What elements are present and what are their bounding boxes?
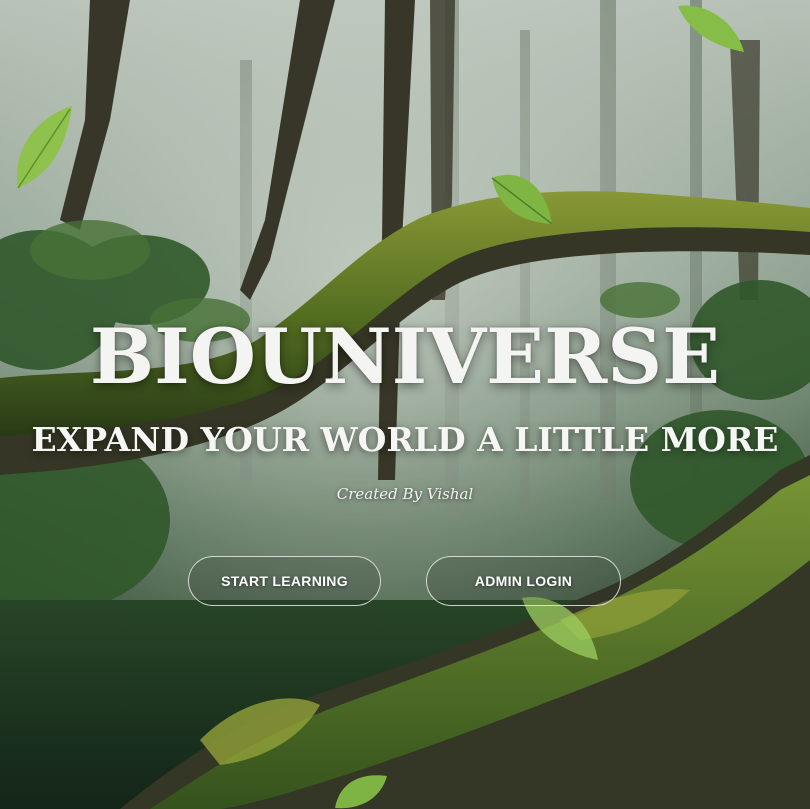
start-learning-label: START LEARNING bbox=[221, 573, 348, 589]
site-tagline: EXPAND YOUR WORLD A LITTLE MORE bbox=[31, 420, 779, 459]
start-learning-button[interactable]: START LEARNING bbox=[188, 556, 381, 606]
admin-login-label: ADMIN LOGIN bbox=[474, 573, 573, 589]
site-title: BIOUNIVERSE bbox=[89, 312, 721, 401]
hero-section: BIOUNIVERSE EXPAND YOUR WORLD A LITTLE M… bbox=[0, 0, 810, 809]
admin-login-button[interactable]: ADMIN LOGIN bbox=[426, 556, 621, 606]
author-credit: Created By Vishal bbox=[336, 485, 474, 503]
